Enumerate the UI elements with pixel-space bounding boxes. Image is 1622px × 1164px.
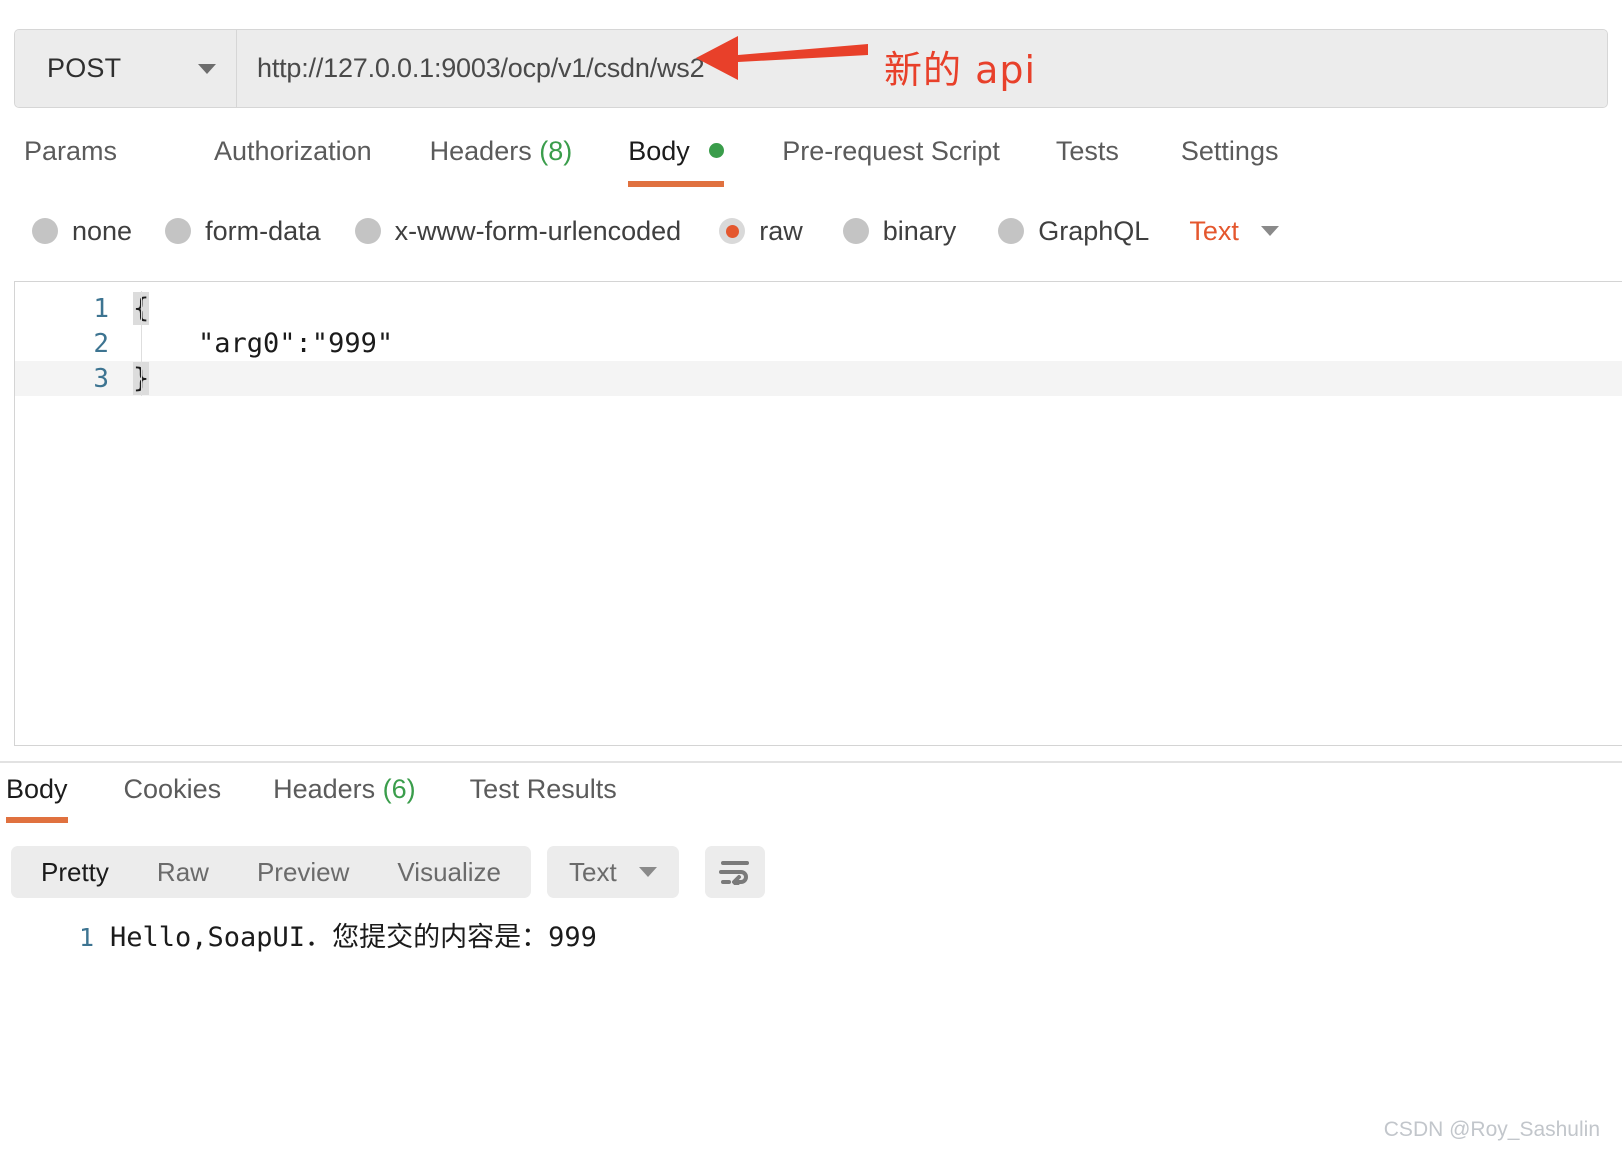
response-tab-test-results-label: Test Results <box>469 774 617 804</box>
tab-body[interactable]: Body <box>628 136 725 187</box>
response-tab-headers-label: Headers <box>273 774 376 804</box>
radio-none-icon <box>32 218 58 244</box>
radio-form-data[interactable]: form-data <box>165 216 321 247</box>
tab-body-underline <box>628 181 725 187</box>
word-wrap-icon <box>718 861 749 885</box>
tab-headers[interactable]: Headers (8) <box>430 136 573 181</box>
radio-graphql-label: GraphQL <box>1038 215 1150 246</box>
radio-binary-icon <box>842 218 869 244</box>
radio-form-data-icon <box>165 218 192 244</box>
response-tab-body[interactable]: Body <box>6 774 68 823</box>
request-url-bar: POST http://127.0.0.1:9003/ocp/v1/csdn/w… <box>14 29 1608 108</box>
view-mode-visualize-label: Visualize <box>397 857 502 887</box>
tab-settings[interactable]: Settings <box>1181 136 1279 181</box>
tab-settings-label: Settings <box>1180 136 1279 166</box>
editor-gutter-divider <box>141 326 142 361</box>
watermark: CSDN @Roy_Sashulin <box>1383 1118 1600 1141</box>
tab-authorization[interactable]: Authorization <box>214 136 372 181</box>
editor-line-number: 1 <box>93 293 109 324</box>
chevron-down-icon <box>198 63 216 74</box>
view-mode-preview-label: Preview <box>256 857 350 887</box>
chevron-down-icon <box>638 867 657 877</box>
editor-gutter-divider <box>141 361 142 396</box>
response-tabs: Body Cookies Headers (6) Test Results <box>0 774 1622 830</box>
radio-binary[interactable]: binary <box>842 215 957 247</box>
http-method-select[interactable]: POST <box>15 30 237 107</box>
tab-authorization-label: Authorization <box>214 136 372 166</box>
annotation-label: 新的 api <box>884 48 1037 92</box>
tab-tests[interactable]: Tests <box>1056 136 1119 181</box>
response-line-text: Hello,SoapUI．您提交的内容是：999 <box>110 922 597 953</box>
radio-x-www-form-urlencoded-label: x-www-form-urlencoded <box>394 215 682 246</box>
radio-graphql[interactable]: GraphQL <box>998 216 1149 247</box>
tab-body-label: Body <box>628 136 690 166</box>
tab-params[interactable]: Params <box>24 136 117 181</box>
tab-pre-request-script[interactable]: Pre-request Script <box>782 136 1000 181</box>
radio-none-label: none <box>72 215 133 246</box>
radio-x-www-form-urlencoded-icon <box>354 218 381 244</box>
view-mode-pretty[interactable]: Pretty <box>17 846 133 898</box>
view-mode-raw[interactable]: Raw <box>133 846 233 898</box>
response-view-mode-group: Pretty Raw Preview Visualize <box>11 846 532 898</box>
editor-line: 3 } <box>15 361 1622 396</box>
panel-divider[interactable] <box>0 761 1622 763</box>
radio-none[interactable]: none <box>32 216 132 247</box>
editor-line: 2 "arg0":"999" <box>15 326 1622 361</box>
response-tab-headers-count: (6) <box>382 774 416 804</box>
radio-raw-icon <box>719 218 746 244</box>
view-mode-pretty-label: Pretty <box>41 857 109 887</box>
radio-form-data-label: form-data <box>205 215 321 246</box>
editor-line-text: "arg0":"999" <box>133 328 394 359</box>
body-present-dot-icon <box>709 143 725 158</box>
body-type-radio-group: none form-data x-www-form-urlencoded raw… <box>0 208 1622 254</box>
view-mode-visualize[interactable]: Visualize <box>373 846 525 898</box>
view-mode-raw-label: Raw <box>156 857 209 887</box>
tab-params-label: Params <box>24 136 118 166</box>
raw-format-label: Text <box>1189 215 1239 246</box>
radio-raw[interactable]: raw <box>719 216 803 247</box>
response-body-viewer[interactable]: 1 Hello,SoapUI．您提交的内容是：999 <box>14 920 1614 956</box>
response-tab-headers[interactable]: Headers (6) <box>273 774 416 823</box>
radio-binary-label: binary <box>882 215 957 246</box>
radio-raw-label: raw <box>759 215 803 246</box>
tab-headers-count: (8) <box>539 136 573 166</box>
radio-x-www-form-urlencoded[interactable]: x-www-form-urlencoded <box>354 215 682 247</box>
request-body-editor[interactable]: 1 { 2 "arg0":"999" 3 } <box>14 281 1622 746</box>
response-tab-test-results[interactable]: Test Results <box>470 774 617 823</box>
response-line-number: 1 <box>78 923 94 952</box>
editor-line-number: 2 <box>93 328 109 359</box>
tab-tests-label: Tests <box>1055 136 1119 166</box>
radio-graphql-icon <box>998 218 1025 244</box>
editor-line-number: 3 <box>93 363 109 394</box>
response-tab-body-label: Body <box>6 774 68 804</box>
response-view-toolbar: Pretty Raw Preview Visualize Text <box>11 846 765 898</box>
editor-gutter-divider <box>141 291 142 326</box>
editor-line: 1 { <box>15 291 1622 326</box>
response-format-label: Text <box>569 856 617 887</box>
response-format-select[interactable]: Text <box>547 846 679 898</box>
response-tab-cookies-label: Cookies <box>123 774 222 804</box>
raw-format-select[interactable]: Text <box>1189 216 1279 247</box>
http-method-label: POST <box>47 53 122 83</box>
tab-pre-request-script-label: Pre-request Script <box>782 136 1000 166</box>
view-mode-preview[interactable]: Preview <box>233 846 373 898</box>
chevron-down-icon <box>1260 226 1279 236</box>
response-tab-cookies[interactable]: Cookies <box>124 774 222 823</box>
word-wrap-toggle-button[interactable] <box>704 846 765 898</box>
request-tabs: Params Authorization Headers (8) Body Pr… <box>0 136 1622 188</box>
tab-headers-label: Headers <box>429 136 532 166</box>
response-tab-body-underline <box>6 817 68 823</box>
